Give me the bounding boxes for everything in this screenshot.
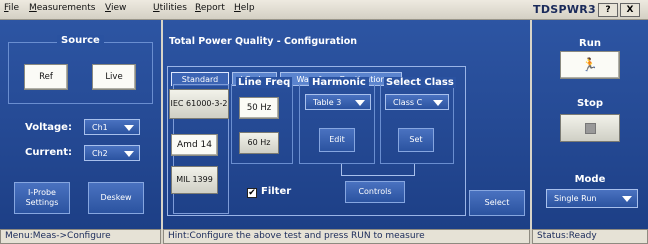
select-class-title: Select Class [384, 77, 456, 88]
select-button[interactable]: Select [469, 190, 525, 216]
controls-connector [341, 164, 415, 176]
50hz-button[interactable]: 50 Hz [239, 97, 279, 119]
stop-square-icon [584, 122, 596, 134]
current-value: Ch2 [92, 149, 108, 158]
run-button[interactable]: 🏃 [560, 51, 620, 79]
current-select[interactable]: Ch2 [84, 145, 140, 161]
mode-value: Single Run [554, 194, 597, 203]
chevron-down-icon [355, 100, 365, 106]
menu-report[interactable]: Report [195, 3, 225, 13]
ref-button[interactable]: Ref [24, 64, 68, 90]
app-title: TDSPWR3 [533, 3, 596, 16]
current-label: Current: [25, 147, 73, 158]
live-button[interactable]: Live [92, 64, 136, 90]
class-set-button[interactable]: Set [398, 128, 434, 152]
run-panel: Run 🏃 Stop Mode Single Run [532, 20, 648, 229]
controls-button[interactable]: Controls [345, 181, 405, 203]
iec-standard-button[interactable]: IEC 61000-3-2 [169, 89, 229, 119]
chevron-down-icon [433, 100, 443, 106]
stop-button[interactable] [560, 114, 620, 142]
harmonic-select[interactable]: Table 3 [305, 94, 371, 110]
harmonic-value: Table 3 [313, 98, 342, 107]
menu-view[interactable]: View [105, 3, 126, 13]
config-title: Total Power Quality - Configuration [169, 36, 358, 47]
source-title: Source [57, 35, 104, 46]
status-menu-path: Menu:Meas->Configure [0, 229, 161, 244]
harmonic-title: Harmonic [309, 77, 369, 88]
chevron-down-icon [124, 125, 134, 131]
filter-label: Filter [261, 186, 292, 197]
mode-title: Mode [574, 174, 606, 185]
status-state: Status:Ready [532, 229, 648, 244]
harmonic-edit-button[interactable]: Edit [319, 128, 355, 152]
mode-select[interactable]: Single Run [546, 189, 638, 208]
menu-file[interactable]: File [4, 3, 19, 13]
class-select[interactable]: Class C [385, 94, 449, 110]
source-panel: Source Ref Live Voltage: Ch1 Current: Ch… [0, 20, 161, 229]
close-window-button[interactable]: X [620, 3, 640, 17]
menu-utilities[interactable]: Utilities [153, 3, 187, 13]
voltage-value: Ch1 [92, 123, 108, 132]
run-title: Run [579, 38, 601, 49]
class-value: Class C [393, 98, 423, 107]
configuration-panel: Total Power Quality - Configuration Stan… [163, 20, 530, 229]
60hz-button[interactable]: 60 Hz [239, 132, 279, 154]
mil-standard-button[interactable]: MIL 1399 [171, 166, 218, 194]
menu-bar: File Measurements View Utilities Report … [0, 0, 648, 20]
running-figure-icon: 🏃 [581, 57, 599, 73]
chevron-down-icon [622, 196, 632, 202]
iprobe-settings-button[interactable]: I-Probe Settings [14, 182, 70, 214]
stop-title: Stop [576, 98, 603, 109]
voltage-label: Voltage: [25, 122, 72, 133]
filter-checkbox[interactable]: ✔ [247, 188, 257, 198]
voltage-select[interactable]: Ch1 [84, 119, 140, 135]
line-freq-title: Line Freq [236, 77, 293, 88]
deskew-button[interactable]: Deskew [88, 182, 144, 214]
amd14-button[interactable]: Amd 14 [171, 134, 218, 156]
menu-help[interactable]: Help [234, 3, 255, 13]
menu-measurements[interactable]: Measurements [29, 3, 95, 13]
status-hint: Hint:Configure the above test and press … [163, 229, 530, 244]
help-window-button[interactable]: ? [598, 3, 618, 17]
chevron-down-icon [124, 151, 134, 157]
